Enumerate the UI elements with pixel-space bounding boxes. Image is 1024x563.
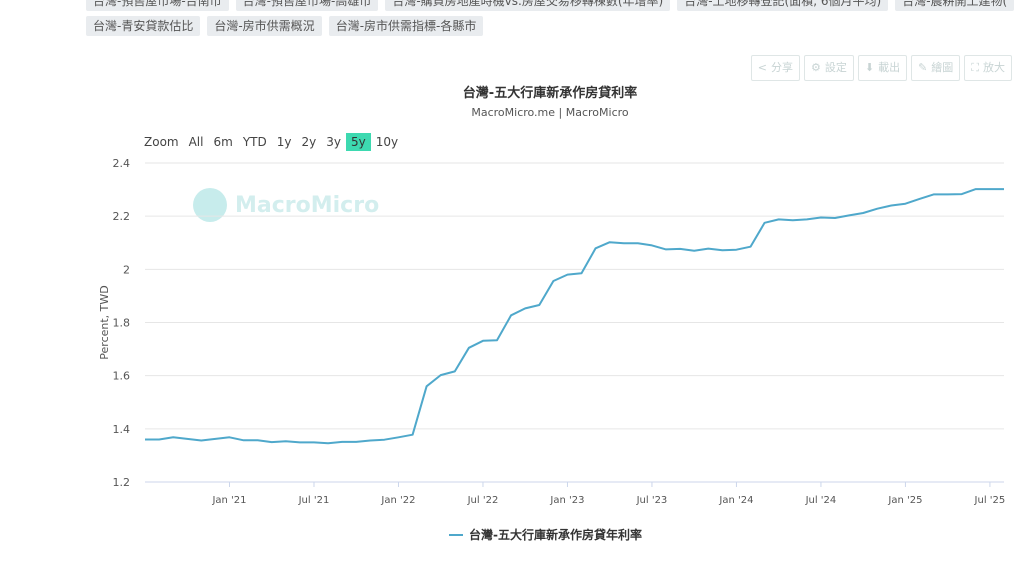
data-point — [877, 208, 879, 210]
data-point — [510, 315, 512, 317]
x-tick-label: Jan '21 — [211, 495, 246, 506]
data-point — [722, 249, 724, 251]
data-point — [496, 340, 498, 342]
legend-line-marker — [449, 533, 463, 536]
data-point — [975, 188, 977, 190]
data-point — [862, 212, 864, 214]
series-line — [145, 188, 1004, 445]
y-axis-title: Percent, TWD — [98, 285, 111, 359]
data-point — [257, 440, 259, 442]
data-point — [961, 193, 963, 195]
data-point — [158, 439, 160, 441]
chart-legend[interactable]: 台灣-五大行庫新承作房貸年利率 — [449, 526, 642, 543]
data-point — [186, 438, 188, 440]
data-point — [440, 374, 442, 376]
data-point — [567, 274, 569, 276]
data-point — [299, 442, 301, 444]
y-tick-label: 1.6 — [113, 370, 131, 383]
data-point — [736, 249, 738, 251]
data-point — [693, 250, 695, 252]
data-point — [539, 304, 541, 306]
data-point — [806, 219, 808, 221]
data-point — [778, 219, 780, 221]
data-point — [172, 437, 174, 439]
data-point — [341, 441, 343, 443]
x-tick-label: Jul '25 — [974, 495, 1006, 506]
data-point — [285, 441, 287, 443]
y-tick-label: 1.2 — [113, 476, 131, 489]
data-point — [468, 347, 470, 349]
data-point — [651, 245, 653, 247]
data-point — [482, 340, 484, 342]
data-point — [144, 439, 146, 441]
x-tick-label: Jan '22 — [380, 495, 415, 506]
data-point — [905, 203, 907, 205]
x-tick-label: Jan '24 — [718, 495, 753, 506]
data-point — [313, 442, 315, 444]
data-point — [553, 280, 555, 282]
x-tick-label: Jul '24 — [805, 495, 837, 506]
data-point — [581, 273, 583, 275]
data-point — [834, 217, 836, 219]
data-point — [933, 194, 935, 196]
data-point — [370, 440, 372, 442]
data-point — [524, 308, 526, 310]
data-point — [820, 217, 822, 219]
data-point — [384, 439, 386, 441]
data-point — [412, 434, 414, 436]
data-point — [792, 219, 794, 221]
data-point — [595, 248, 597, 250]
line-chart: 1.2 1.4 1.6 1.8 2 2.2 2.4 Jan '21 Jul '21 Jan '22… — [98, 157, 1006, 506]
data-point — [679, 248, 681, 250]
data-point — [355, 441, 357, 443]
data-point — [665, 249, 667, 251]
data-point — [229, 437, 231, 439]
data-point — [989, 188, 991, 190]
y-tick-label: 1.8 — [113, 317, 131, 330]
x-tick-label: Jan '23 — [549, 495, 584, 506]
data-point — [848, 215, 850, 217]
data-point — [243, 440, 245, 442]
data-point — [215, 438, 217, 440]
data-point — [637, 243, 639, 245]
data-point — [623, 243, 625, 245]
data-point — [750, 246, 752, 248]
data-point — [454, 371, 456, 373]
data-point — [426, 386, 428, 388]
data-point — [947, 194, 949, 196]
y-tick-label: 2 — [123, 263, 130, 276]
data-point — [919, 198, 921, 200]
x-tick-label: Jul '23 — [636, 495, 668, 506]
data-point — [891, 205, 893, 207]
y-tick-label: 2.2 — [113, 210, 131, 223]
x-tick-label: Jul '21 — [298, 495, 330, 506]
x-tick-label: Jul '22 — [467, 495, 499, 506]
y-tick-label: 1.4 — [113, 423, 131, 436]
data-point — [708, 248, 710, 250]
x-tick-label: Jan '25 — [887, 495, 922, 506]
legend-series-name: 台灣-五大行庫新承作房貸年利率 — [469, 528, 642, 542]
data-point — [201, 440, 203, 442]
data-point — [398, 437, 400, 439]
data-point — [327, 442, 329, 444]
data-point — [271, 441, 273, 443]
data-point — [1003, 188, 1005, 190]
data-point — [609, 241, 611, 243]
data-point — [764, 222, 766, 224]
y-tick-label: 2.4 — [113, 157, 131, 170]
